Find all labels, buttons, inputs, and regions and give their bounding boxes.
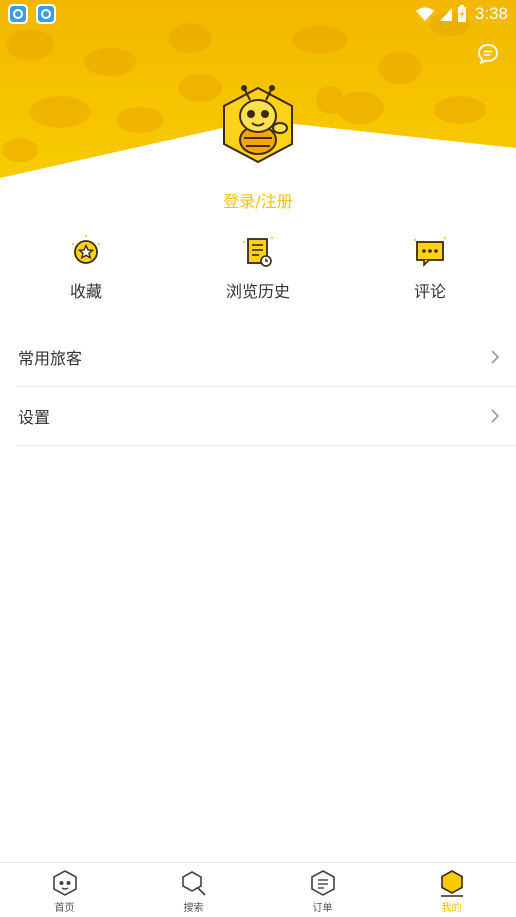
profile-hexagon-icon <box>440 870 463 897</box>
bottom-tab-bar: 首页 搜索 订单 我的 <box>0 862 516 917</box>
chat-button[interactable] <box>476 42 500 66</box>
menu-list: 常用旅客 设置 <box>16 328 516 446</box>
profile-screen: 3:38 登录/注册 收藏 浏览历史 评论 常用旅客 设置 首页 搜索 订单 我… <box>0 0 516 917</box>
history-button[interactable]: 浏览历史 <box>198 232 318 302</box>
chat-bubble-icon <box>478 44 498 65</box>
favorites-label: 收藏 <box>69 282 102 301</box>
tab-label: 首页 <box>54 903 75 914</box>
menu-item-settings[interactable]: 设置 <box>16 387 516 446</box>
status-indicators: 3:38 <box>415 4 508 24</box>
menu-item-label: 常用旅客 <box>18 349 83 368</box>
status-bar: 3:38 <box>0 0 516 28</box>
comments-button[interactable]: 评论 <box>370 232 490 302</box>
favorite-star-icon <box>72 235 100 264</box>
notification-area <box>8 4 56 24</box>
app-notification-icon <box>8 4 28 24</box>
tab-label: 搜索 <box>183 903 204 914</box>
history-document-icon <box>243 237 273 267</box>
wifi-icon <box>415 7 434 21</box>
chevron-right-icon <box>491 409 500 423</box>
tab-label: 订单 <box>312 903 333 914</box>
login-register-link[interactable]: 登录/注册 <box>0 188 516 212</box>
tab-profile[interactable]: 我的 <box>387 863 516 917</box>
home-face-icon <box>52 870 77 896</box>
chevron-right-icon <box>491 350 500 364</box>
avatar[interactable] <box>216 82 300 166</box>
status-time: 3:38 <box>474 4 508 23</box>
tab-label: 我的 <box>441 903 462 914</box>
comments-label: 评论 <box>413 282 446 301</box>
favorites-button[interactable]: 收藏 <box>26 232 146 302</box>
battery-charging-icon <box>457 5 466 22</box>
tab-orders[interactable]: 订单 <box>258 863 387 917</box>
tab-search[interactable]: 搜索 <box>129 863 258 917</box>
order-list-icon <box>310 870 335 896</box>
app-notification-icon <box>36 4 56 24</box>
menu-item-label: 设置 <box>18 408 51 427</box>
search-icon <box>181 871 206 896</box>
history-label: 浏览历史 <box>225 282 290 301</box>
signal-icon <box>439 8 452 21</box>
tab-home[interactable]: 首页 <box>0 863 129 917</box>
menu-item-frequent-travelers[interactable]: 常用旅客 <box>16 328 516 387</box>
comment-icon <box>414 237 446 267</box>
bee-mascot-icon <box>223 85 293 164</box>
quick-actions: 收藏 浏览历史 评论 <box>0 232 516 312</box>
